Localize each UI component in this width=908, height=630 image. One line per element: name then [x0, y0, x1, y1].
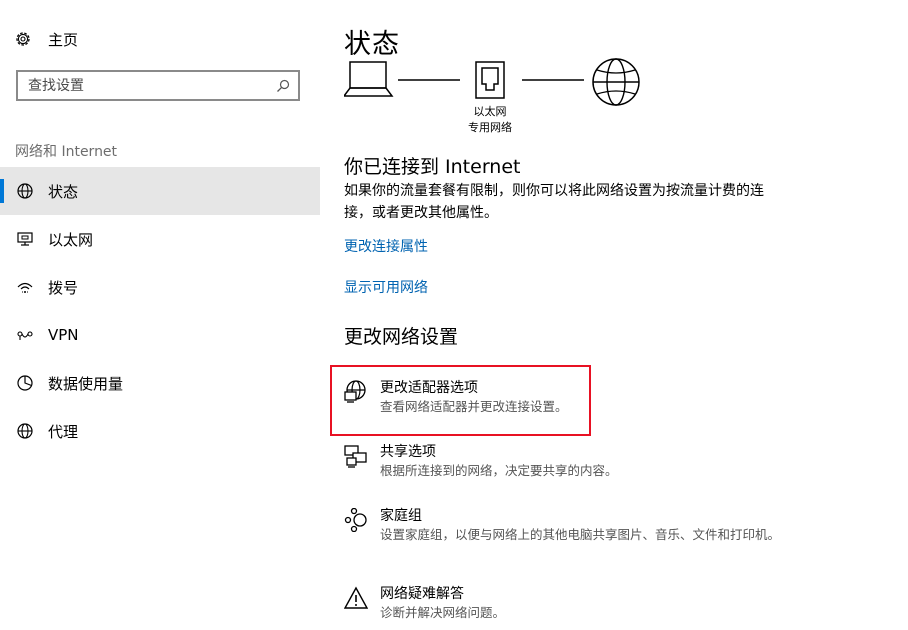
- option-desc: 根据所连接到的网络，决定要共享的内容。: [380, 463, 618, 478]
- globe-icon: [16, 182, 34, 200]
- dialup-icon: [16, 278, 34, 296]
- adapter-label: 以太网: [473, 105, 507, 118]
- sidebar-item-label: VPN: [48, 326, 79, 344]
- search-input[interactable]: [18, 72, 268, 99]
- section-label: 网络和 Internet: [15, 144, 118, 160]
- internet-globe-icon: [592, 58, 640, 106]
- sidebar-item-dialup[interactable]: 拨号: [0, 263, 320, 311]
- option-troubleshoot[interactable]: 网络疑难解答 诊断并解决网络问题。: [344, 584, 784, 628]
- page-title: 状态: [344, 29, 400, 60]
- network-type-label: 专用网络: [468, 121, 512, 134]
- sidebar-item-label: 状态: [48, 182, 79, 201]
- laptop-icon: [344, 61, 394, 97]
- option-sharing[interactable]: 共享选项 根据所连接到的网络，决定要共享的内容。: [344, 442, 784, 486]
- sharing-icon: [344, 445, 367, 468]
- option-desc: 设置家庭组，以便与网络上的其他电脑共享图片、音乐、文件和打印机。: [380, 527, 781, 542]
- option-title: 网络疑难解答: [380, 586, 464, 602]
- sidebar-item-label: 以太网: [48, 230, 94, 249]
- option-desc: 诊断并解决网络问题。: [380, 605, 506, 620]
- sidebar-item-ethernet[interactable]: 以太网: [0, 215, 320, 263]
- sidebar-item-data-usage[interactable]: 数据使用量: [0, 359, 320, 407]
- ethernet-port-icon: [475, 61, 505, 99]
- option-title: 家庭组: [380, 508, 422, 524]
- sidebar-item-label: 代理: [48, 422, 79, 441]
- sidebar-item-status[interactable]: 状态: [0, 167, 320, 215]
- option-title: 共享选项: [380, 444, 436, 460]
- warning-icon: [344, 586, 368, 609]
- sidebar-item-label: 数据使用量: [48, 374, 124, 393]
- sidebar: 主页 网络和 Internet 状态: [0, 0, 320, 630]
- connection-status-desc: 如果你的流量套餐有限制，则你可以将此网络设置为按流量计费的连接，或者更改其他属性…: [344, 183, 764, 221]
- network-diagram: 以太网 专用网络: [344, 58, 644, 138]
- gear-icon: [16, 32, 30, 46]
- homegroup-icon: [344, 508, 367, 532]
- option-title: 更改适配器选项: [380, 380, 478, 396]
- sidebar-item-label: 拨号: [48, 278, 79, 297]
- option-adapter[interactable]: 更改适配器选项 查看网络适配器并更改连接设置。: [344, 378, 784, 422]
- sidebar-item-vpn[interactable]: VPN: [0, 311, 320, 359]
- change-connection-properties-link[interactable]: 更改连接属性: [344, 236, 428, 256]
- home-label: 主页: [48, 30, 79, 49]
- data-usage-icon: [16, 374, 34, 392]
- search-box[interactable]: [16, 70, 300, 101]
- main-content: 状态 以太网 专用网络 你已连接到 Internet 如果你的流量套餐有限制，则…: [344, 0, 884, 630]
- change-network-settings-title: 更改网络设置: [344, 326, 459, 348]
- globe-icon: [16, 422, 34, 440]
- show-available-networks-link[interactable]: 显示可用网络: [344, 277, 428, 297]
- ethernet-icon: [16, 230, 34, 248]
- sidebar-item-proxy[interactable]: 代理: [0, 407, 320, 455]
- option-homegroup[interactable]: 家庭组 设置家庭组，以便与网络上的其他电脑共享图片、音乐、文件和打印机。: [344, 506, 784, 562]
- sidebar-nav: 状态 以太网 拨号 VPN 数据使用量 代理: [0, 167, 320, 455]
- adapter-icon: [344, 380, 366, 403]
- connection-status-title: 你已连接到 Internet: [344, 156, 521, 178]
- home-link[interactable]: 主页: [14, 26, 78, 52]
- option-desc: 查看网络适配器并更改连接设置。: [380, 399, 568, 414]
- search-icon[interactable]: [268, 72, 298, 99]
- vpn-icon: [16, 326, 34, 344]
